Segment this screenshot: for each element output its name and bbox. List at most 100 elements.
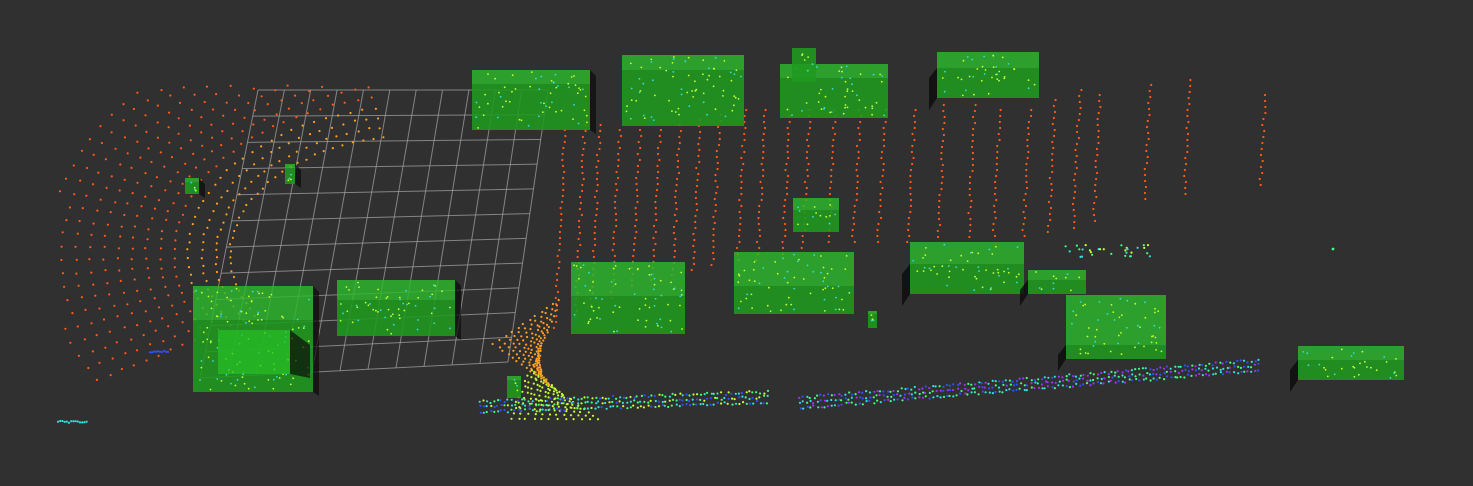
bounding-box[interactable] [868, 311, 877, 328]
lidar-point [1152, 377, 1155, 380]
lidar-point [200, 116, 203, 119]
scene-canvas[interactable] [0, 0, 1473, 486]
bounding-box[interactable] [902, 242, 1024, 306]
lidar-point [1092, 207, 1095, 211]
lidar-point [1051, 140, 1054, 144]
lidar-point [786, 192, 789, 196]
lidar-point [999, 126, 1002, 130]
bounding-box[interactable] [1290, 346, 1404, 392]
lidar-point [880, 80, 883, 83]
lidar-point [723, 401, 726, 404]
lidar-point [1169, 370, 1172, 373]
lidar-point [1148, 113, 1151, 117]
bounding-box[interactable] [1058, 295, 1166, 371]
lidar-point [1089, 372, 1092, 375]
box-side-face [1290, 360, 1298, 392]
lidar-point [969, 223, 972, 227]
lidar-point [108, 330, 111, 333]
lidar-point [744, 126, 747, 130]
bounding-box[interactable] [929, 52, 1039, 110]
lidar-point [535, 378, 538, 382]
lidar-point [812, 404, 815, 407]
lidar-point [167, 294, 170, 297]
lidar-point [560, 397, 563, 400]
lidar-point [116, 257, 119, 260]
lidar-point [1215, 366, 1219, 369]
lidar-point [806, 405, 809, 408]
lidar-point [560, 212, 563, 216]
bounding-box[interactable] [793, 198, 839, 232]
lidar-point [1075, 166, 1078, 170]
lidar-point [132, 364, 135, 367]
lidar-point [709, 397, 712, 400]
lidar-point [665, 69, 668, 72]
lidar-point [588, 320, 590, 323]
lidar-point [1046, 230, 1049, 234]
bounding-box[interactable] [472, 70, 596, 134]
lidar-point [969, 205, 972, 209]
lidar-point [1120, 314, 1123, 316]
box-side-face [902, 264, 910, 306]
lidar-point [878, 390, 882, 393]
lidar-point [906, 387, 909, 390]
lidar-point [838, 70, 841, 72]
lidar-point [1077, 118, 1080, 122]
3d-point-cloud-view[interactable] [0, 0, 1473, 486]
lidar-point [903, 396, 906, 399]
lidar-point [150, 160, 153, 164]
lidar-point [1094, 219, 1097, 223]
lidar-point [1219, 361, 1222, 364]
lidar-point [598, 306, 600, 309]
bounding-box[interactable] [507, 376, 521, 398]
lidar-point [1089, 384, 1092, 387]
lidar-point [146, 99, 149, 102]
lidar-point [521, 403, 524, 406]
lidar-point [924, 395, 927, 398]
lidar-point [486, 400, 489, 403]
lidar-point [1058, 380, 1061, 383]
lidar-point [901, 399, 904, 402]
lidar-point [670, 281, 672, 284]
lidar-point [928, 397, 931, 400]
lidar-point [1212, 373, 1215, 376]
lidar-point [833, 132, 837, 136]
lidar-point [202, 341, 205, 343]
lidar-point [372, 308, 375, 311]
lidar-point [511, 356, 514, 359]
lidar-point [873, 402, 876, 405]
lidar-point [769, 310, 772, 313]
lidar-point [716, 161, 719, 165]
grid-line [479, 89, 523, 364]
bounding-box[interactable] [792, 48, 816, 82]
lidar-point [993, 192, 997, 196]
lidar-point [780, 309, 782, 312]
bounding-box[interactable] [734, 252, 854, 314]
lidar-point [1262, 135, 1265, 139]
lidar-point [147, 147, 150, 150]
lidar-point [110, 113, 113, 116]
lidar-point [225, 373, 228, 376]
lidar-point [834, 399, 837, 402]
lidar-point [1147, 131, 1150, 135]
lidar-point [272, 125, 275, 128]
lidar-point [992, 272, 995, 274]
lidar-point [699, 403, 702, 406]
lidar-point [636, 152, 639, 156]
lidar-point [755, 399, 759, 403]
lidar-point [584, 401, 587, 404]
lidar-point [538, 335, 541, 338]
bounding-box[interactable] [622, 55, 744, 126]
lidar-point [564, 406, 567, 409]
bounding-box[interactable] [185, 178, 205, 198]
lidar-point [907, 216, 911, 220]
lidar-point [937, 205, 941, 209]
bounding-box[interactable] [337, 280, 461, 340]
lidar-point [618, 306, 621, 309]
lidar-point [1021, 228, 1024, 232]
lidar-point [640, 66, 643, 69]
lidar-point [510, 408, 513, 411]
bounding-box[interactable] [571, 262, 685, 334]
lidar-point [167, 126, 170, 129]
lidar-point [563, 140, 566, 144]
lidar-point [983, 386, 986, 389]
